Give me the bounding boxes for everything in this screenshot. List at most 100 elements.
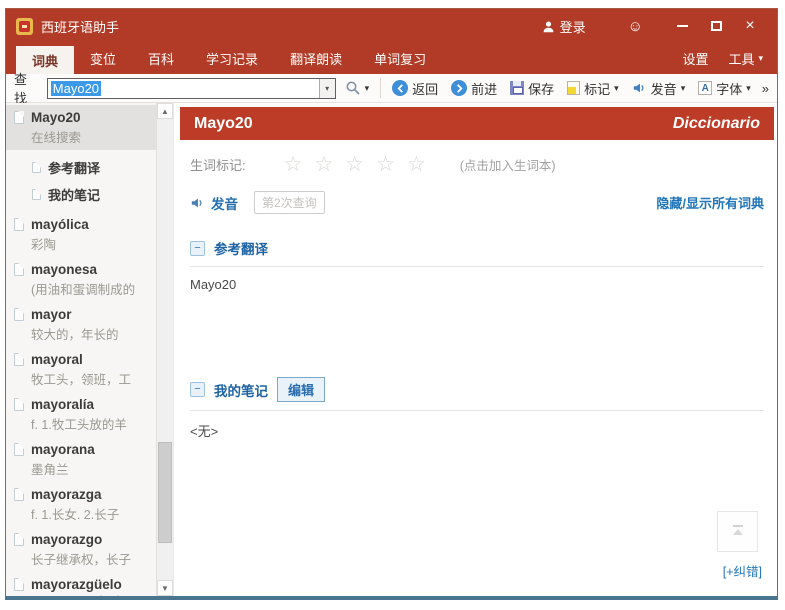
word-label: mayoralía (31, 397, 94, 412)
chevron-down-icon: ▾ (746, 84, 751, 93)
list-item[interactable]: mayorazgüelo mayorazgüelo, la (6, 572, 156, 596)
login-button[interactable]: 登录 (542, 17, 586, 36)
scroll-down-button[interactable]: ▼ (157, 580, 173, 596)
tab-translation-reading[interactable]: 翻译朗读 (274, 43, 358, 74)
toggle-dictionaries-link[interactable]: 隐藏/显示所有词典 (656, 193, 764, 212)
sidebar: Mayo20 在线搜索 参考翻译 我的笔记 mayólica 彩陶 mayone… (6, 103, 174, 596)
back-icon (392, 80, 408, 96)
pronounce-label: 发音 (651, 79, 677, 98)
back-button[interactable]: 返回 (388, 77, 442, 100)
tools-label: 工具 (728, 49, 754, 68)
toolbar: 查找 Mayo20 ▾ ▾ 返回 前进 保存 标记 ▾ 发音 (6, 74, 777, 103)
close-icon: × (745, 18, 754, 34)
content-body: 生词标记: ☆ ☆ ☆ ☆ ☆ (点击加入生词本) 发音 第2次查询 隐藏/显示… (180, 140, 774, 596)
list-item-child[interactable]: 我的笔记 (32, 185, 156, 204)
word-label: mayorazgo (31, 532, 102, 547)
mark-button[interactable]: 标记 ▾ (563, 77, 623, 100)
search-input-value: Mayo20 (51, 81, 101, 96)
star-icon[interactable]: ☆ (314, 154, 333, 175)
search-dropdown-button[interactable]: ▾ (319, 79, 335, 98)
main-area: Mayo20 在线搜索 参考翻译 我的笔记 mayólica 彩陶 mayone… (6, 103, 777, 596)
page-title: Mayo20 (194, 115, 253, 133)
floppy-icon (510, 81, 524, 95)
child-label: 参考翻译 (48, 158, 100, 177)
list-item[interactable]: mayonesa (用油和蛋调制成的 (6, 257, 156, 302)
forward-button[interactable]: 前进 (447, 77, 501, 100)
word-label: mayólica (31, 217, 89, 232)
font-button[interactable]: A 字体 ▾ (694, 77, 755, 100)
star-icon[interactable]: ☆ (345, 154, 364, 175)
star-icon[interactable]: ☆ (284, 154, 303, 175)
scrollbar-thumb[interactable] (158, 442, 172, 543)
magnifier-icon (345, 80, 361, 96)
smiley-icon[interactable]: ☺ (628, 19, 643, 34)
word-label: mayonesa (31, 262, 97, 277)
list-item[interactable]: mayorazga f. 1.长女. 2.长子 (6, 482, 156, 527)
pronounce-row: 发音 第2次查询 隐藏/显示所有词典 (190, 191, 764, 214)
maximize-icon (711, 21, 722, 31)
edit-button[interactable]: 编辑 (277, 377, 325, 402)
app-logo-icon (16, 18, 33, 35)
tools-button[interactable]: 工具 ▾ (728, 49, 763, 68)
back-to-top-button[interactable] (717, 511, 758, 552)
section-my-notes: − 我的笔记 编辑 <无> (190, 377, 764, 475)
list-item[interactable]: Mayo20 在线搜索 (6, 105, 156, 150)
doc-icon (14, 578, 24, 591)
tab-word-review[interactable]: 单词复习 (358, 43, 442, 74)
forward-icon (451, 80, 467, 96)
pronounce-button[interactable]: 发音 ▾ (628, 77, 690, 100)
chevron-down-icon: ▾ (614, 84, 619, 93)
doc-icon (14, 533, 24, 546)
maximize-button[interactable] (699, 14, 733, 38)
list-item[interactable]: mayorana 墨角兰 (6, 437, 156, 482)
settings-button[interactable]: 设置 (682, 49, 708, 68)
list-item[interactable]: mayoralía f. 1.牧工头放的羊 (6, 392, 156, 437)
star-icon[interactable]: ☆ (376, 154, 395, 175)
person-icon (542, 20, 555, 33)
doc-icon (32, 162, 41, 173)
scroll-up-button[interactable]: ▲ (157, 103, 173, 119)
doc-icon (14, 443, 24, 456)
section-divider (190, 410, 764, 411)
speaker-icon (190, 196, 205, 210)
chevron-down-icon: ▾ (365, 84, 370, 93)
find-label: 查找 (14, 69, 39, 107)
correction-link[interactable]: [+纠错] (723, 561, 762, 580)
word-subtitle: 在线搜索 (31, 127, 154, 146)
tab-bar: 词典 变位 百科 学习记录 翻译朗读 单词复习 设置 工具 ▾ (6, 43, 777, 74)
toolbar-overflow-button[interactable]: » (760, 81, 771, 96)
app-title: 西班牙语助手 (41, 17, 119, 36)
list-item[interactable]: mayoral 牧工头，领班，工 (6, 347, 156, 392)
content-header: Mayo20 Diccionario (180, 107, 774, 140)
section-body: Mayo20 (190, 277, 764, 331)
section-reference-translation: − 参考翻译 Mayo20 (190, 238, 764, 331)
list-item[interactable]: mayor 较大的，年长的 (6, 302, 156, 347)
word-subtitle: mayorazgüelo, la (31, 594, 154, 596)
word-label: Mayo20 (31, 110, 81, 125)
star-hint: (点击加入生词本) (460, 155, 556, 174)
word-subtitle: 彩陶 (31, 234, 154, 253)
collapse-button[interactable]: − (190, 241, 205, 256)
search-input[interactable]: Mayo20 (48, 81, 319, 96)
search-button[interactable]: ▾ (341, 78, 374, 98)
close-button[interactable]: × (733, 14, 767, 38)
scrollbar-track[interactable] (157, 119, 173, 580)
doc-icon (14, 308, 24, 321)
list-item[interactable]: mayorazgo 长子继承权，长子 (6, 527, 156, 572)
list-item[interactable]: mayólica 彩陶 (6, 212, 156, 257)
save-button[interactable]: 保存 (506, 77, 558, 100)
collapse-button[interactable]: − (190, 382, 205, 397)
tab-study-record[interactable]: 学习记录 (190, 43, 274, 74)
tab-conjugation[interactable]: 变位 (74, 43, 132, 74)
section-body: <无> (190, 421, 764, 475)
query-count-button[interactable]: 第2次查询 (254, 191, 325, 214)
minimize-button[interactable] (665, 14, 699, 38)
star-icon[interactable]: ☆ (407, 154, 426, 175)
highlighter-icon (567, 81, 580, 95)
tab-encyclopedia[interactable]: 百科 (132, 43, 190, 74)
word-label: mayorazga (31, 487, 102, 502)
chevron-down-icon: ▾ (758, 54, 763, 63)
list-item-child[interactable]: 参考翻译 (32, 158, 156, 177)
dictionary-name: Diccionario (673, 115, 760, 133)
pronounce-link[interactable]: 发音 (211, 193, 238, 213)
